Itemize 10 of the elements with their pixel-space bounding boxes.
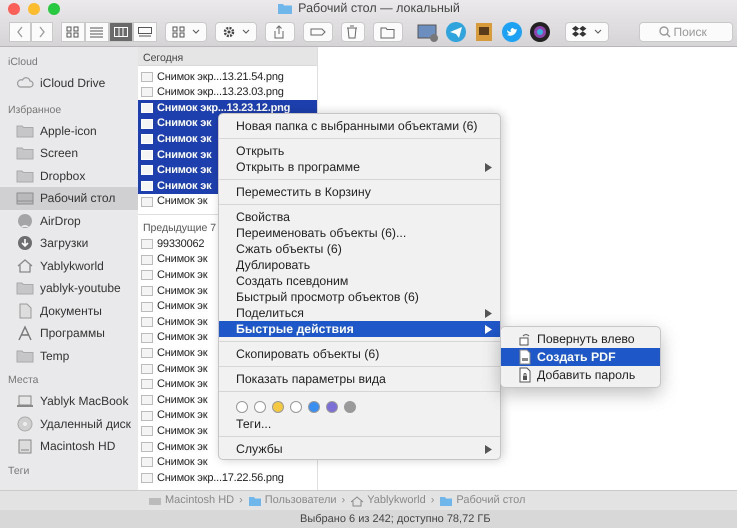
sidebar-heading: Избранное <box>7 102 62 118</box>
sidebar-heading: iCloud <box>7 55 39 70</box>
window-title: Рабочий стол — локальный <box>298 0 460 18</box>
sidebar-heading: Теги <box>7 464 30 478</box>
status-text: Выбрано 6 из 242; доступно 78,72 ГБ <box>0 510 737 528</box>
path-separator: › <box>342 493 346 508</box>
path-separator: › <box>430 493 434 508</box>
section-header: Сегодня <box>138 47 317 66</box>
path-separator: › <box>239 493 243 508</box>
sidebar-heading: Места <box>7 373 40 388</box>
